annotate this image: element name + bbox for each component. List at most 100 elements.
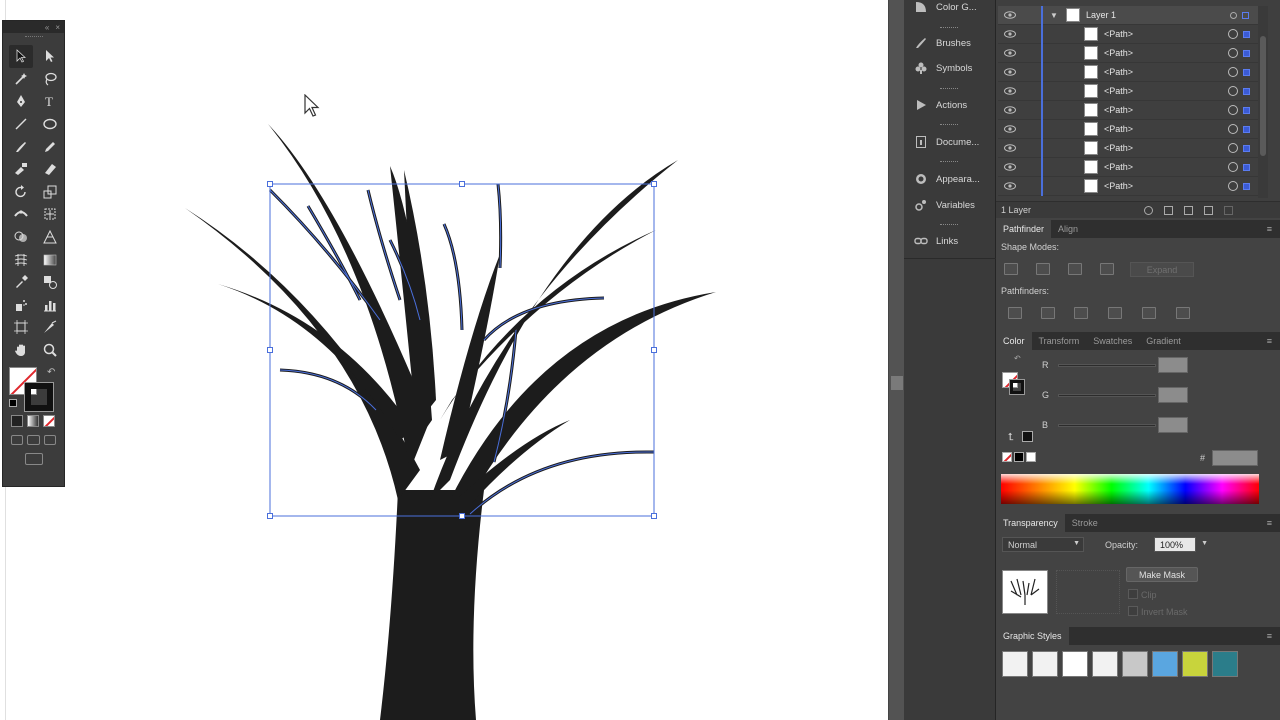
layer-name[interactable]: Layer 1 bbox=[1086, 10, 1116, 20]
new-layer-icon[interactable] bbox=[1204, 205, 1213, 215]
make-clipping-mask-icon[interactable] bbox=[1164, 205, 1173, 215]
invert-mask-checkbox[interactable] bbox=[1128, 606, 1138, 616]
pencil-tool-icon[interactable] bbox=[38, 135, 62, 158]
graphic-style-swatch[interactable] bbox=[1212, 651, 1238, 677]
selection-tool-icon[interactable] bbox=[9, 45, 33, 68]
panel-menu-icon[interactable]: ≡ bbox=[1267, 631, 1272, 641]
target-circle-icon[interactable] bbox=[1228, 105, 1238, 115]
column-graph-tool-icon[interactable] bbox=[38, 294, 62, 317]
collapse-icon[interactable]: « bbox=[45, 23, 49, 32]
hex-value-field[interactable] bbox=[1212, 450, 1258, 466]
tab-gradient[interactable]: Gradient bbox=[1139, 332, 1188, 350]
selection-indicator[interactable] bbox=[1243, 30, 1250, 38]
opacity-field[interactable]: 100% ▼ bbox=[1154, 537, 1208, 552]
panel-menu-icon[interactable]: ≡ bbox=[1267, 336, 1272, 346]
color-spectrum-bar[interactable] bbox=[1001, 474, 1259, 504]
color-stroke-swatch[interactable] bbox=[1009, 379, 1025, 395]
tab-align[interactable]: Align bbox=[1051, 220, 1085, 238]
divide-button[interactable] bbox=[1008, 307, 1022, 319]
path-name[interactable]: <Path> bbox=[1104, 29, 1133, 39]
eyedropper-tool-icon[interactable] bbox=[9, 271, 33, 294]
blob-brush-tool-icon[interactable] bbox=[9, 158, 33, 181]
white-swatch[interactable] bbox=[1026, 452, 1036, 462]
layers-scrollbar[interactable] bbox=[1258, 6, 1268, 198]
layer-row-path[interactable]: <Path> bbox=[998, 177, 1264, 196]
selection-indicator[interactable] bbox=[1243, 125, 1250, 133]
graphic-style-swatch[interactable] bbox=[1032, 651, 1058, 677]
graphic-style-swatch[interactable] bbox=[1062, 651, 1088, 677]
slider-b[interactable] bbox=[1058, 424, 1156, 427]
draw-behind-icon[interactable] bbox=[27, 435, 40, 446]
target-circle-icon[interactable] bbox=[1228, 124, 1238, 134]
zoom-tool-icon[interactable] bbox=[38, 339, 62, 362]
tab-transform[interactable]: Transform bbox=[1032, 332, 1087, 350]
dock-document-info[interactable]: Docume... bbox=[904, 131, 996, 153]
layer-row-path[interactable]: <Path> bbox=[998, 101, 1264, 120]
graphic-style-swatch[interactable] bbox=[1152, 651, 1178, 677]
draw-mode-icon[interactable] bbox=[11, 435, 24, 446]
gradient-mode-icon[interactable] bbox=[27, 415, 39, 428]
target-circle-icon[interactable] bbox=[1230, 11, 1237, 19]
type-tool-icon[interactable]: T bbox=[38, 90, 62, 113]
line-segment-tool-icon[interactable] bbox=[9, 113, 33, 136]
visibility-eye-icon[interactable] bbox=[1004, 106, 1016, 114]
paintbrush-tool-icon[interactable] bbox=[9, 135, 33, 158]
dock-color-guide[interactable]: Color G... bbox=[904, 0, 996, 18]
target-circle-icon[interactable] bbox=[1228, 181, 1238, 191]
scroll-thumb[interactable] bbox=[891, 376, 903, 390]
blend-mode-select[interactable]: Normal ▼ bbox=[1002, 537, 1084, 552]
swap-fill-stroke-icon[interactable]: ↶ bbox=[47, 367, 55, 378]
canvas-scrollbar[interactable] bbox=[888, 0, 904, 720]
gradient-tool-icon[interactable] bbox=[38, 248, 62, 271]
dock-actions[interactable]: Actions bbox=[904, 94, 996, 116]
rotate-tool-icon[interactable] bbox=[9, 181, 33, 204]
visibility-eye-icon[interactable] bbox=[1004, 163, 1016, 171]
delete-layer-icon[interactable] bbox=[1224, 205, 1233, 215]
value-b[interactable] bbox=[1158, 417, 1188, 433]
selection-indicator[interactable] bbox=[1243, 68, 1250, 76]
tree-artwork[interactable] bbox=[0, 0, 888, 720]
target-circle-icon[interactable] bbox=[1228, 48, 1238, 58]
crop-button[interactable] bbox=[1108, 307, 1122, 319]
locate-object-icon[interactable] bbox=[1144, 205, 1153, 215]
artboard-canvas[interactable] bbox=[0, 0, 888, 720]
draw-inside-icon[interactable] bbox=[43, 435, 56, 446]
selection-indicator[interactable] bbox=[1243, 106, 1250, 114]
swap-icon[interactable]: ↶ bbox=[1014, 354, 1021, 363]
minus-front-button[interactable] bbox=[1036, 263, 1050, 275]
merge-button[interactable] bbox=[1074, 307, 1088, 319]
blend-tool-icon[interactable] bbox=[38, 271, 62, 294]
screen-mode-icon[interactable] bbox=[24, 453, 43, 466]
target-circle-icon[interactable] bbox=[1228, 29, 1238, 39]
default-fill-stroke-icon[interactable] bbox=[9, 399, 17, 408]
tab-pathfinder[interactable]: Pathfinder bbox=[996, 220, 1052, 238]
unite-button[interactable] bbox=[1004, 263, 1018, 275]
out-of-gamut-icon[interactable]: ⮤ bbox=[1008, 432, 1014, 443]
scale-tool-icon[interactable] bbox=[38, 181, 62, 204]
path-name[interactable]: <Path> bbox=[1104, 67, 1133, 77]
visibility-eye-icon[interactable] bbox=[1004, 68, 1016, 76]
value-g[interactable] bbox=[1158, 387, 1188, 403]
shape-builder-tool-icon[interactable] bbox=[9, 226, 33, 249]
artboard-tool-icon[interactable] bbox=[9, 316, 33, 339]
none-swatch[interactable] bbox=[1002, 452, 1012, 462]
path-name[interactable]: <Path> bbox=[1104, 124, 1133, 134]
graphic-style-swatch[interactable] bbox=[1122, 651, 1148, 677]
chevron-down-icon[interactable]: ▼ bbox=[1201, 540, 1208, 547]
dock-symbols[interactable]: Symbols bbox=[904, 57, 996, 79]
exclude-button[interactable] bbox=[1100, 263, 1114, 275]
visibility-eye-icon[interactable] bbox=[1004, 87, 1016, 95]
slider-r[interactable] bbox=[1058, 364, 1156, 367]
ellipse-tool-icon[interactable] bbox=[38, 113, 62, 136]
tab-swatches[interactable]: Swatches bbox=[1086, 332, 1139, 350]
tab-transparency[interactable]: Transparency bbox=[996, 514, 1065, 532]
direct-selection-tool-icon[interactable] bbox=[38, 45, 62, 68]
layer-row-path[interactable]: <Path> bbox=[998, 25, 1264, 44]
perspective-grid-tool-icon[interactable] bbox=[38, 226, 62, 249]
layer-row-path[interactable]: <Path> bbox=[998, 44, 1264, 63]
visibility-eye-icon[interactable] bbox=[1004, 30, 1016, 38]
path-name[interactable]: <Path> bbox=[1104, 48, 1133, 58]
intersect-button[interactable] bbox=[1068, 263, 1082, 275]
target-circle-icon[interactable] bbox=[1228, 143, 1238, 153]
target-circle-icon[interactable] bbox=[1228, 162, 1238, 172]
